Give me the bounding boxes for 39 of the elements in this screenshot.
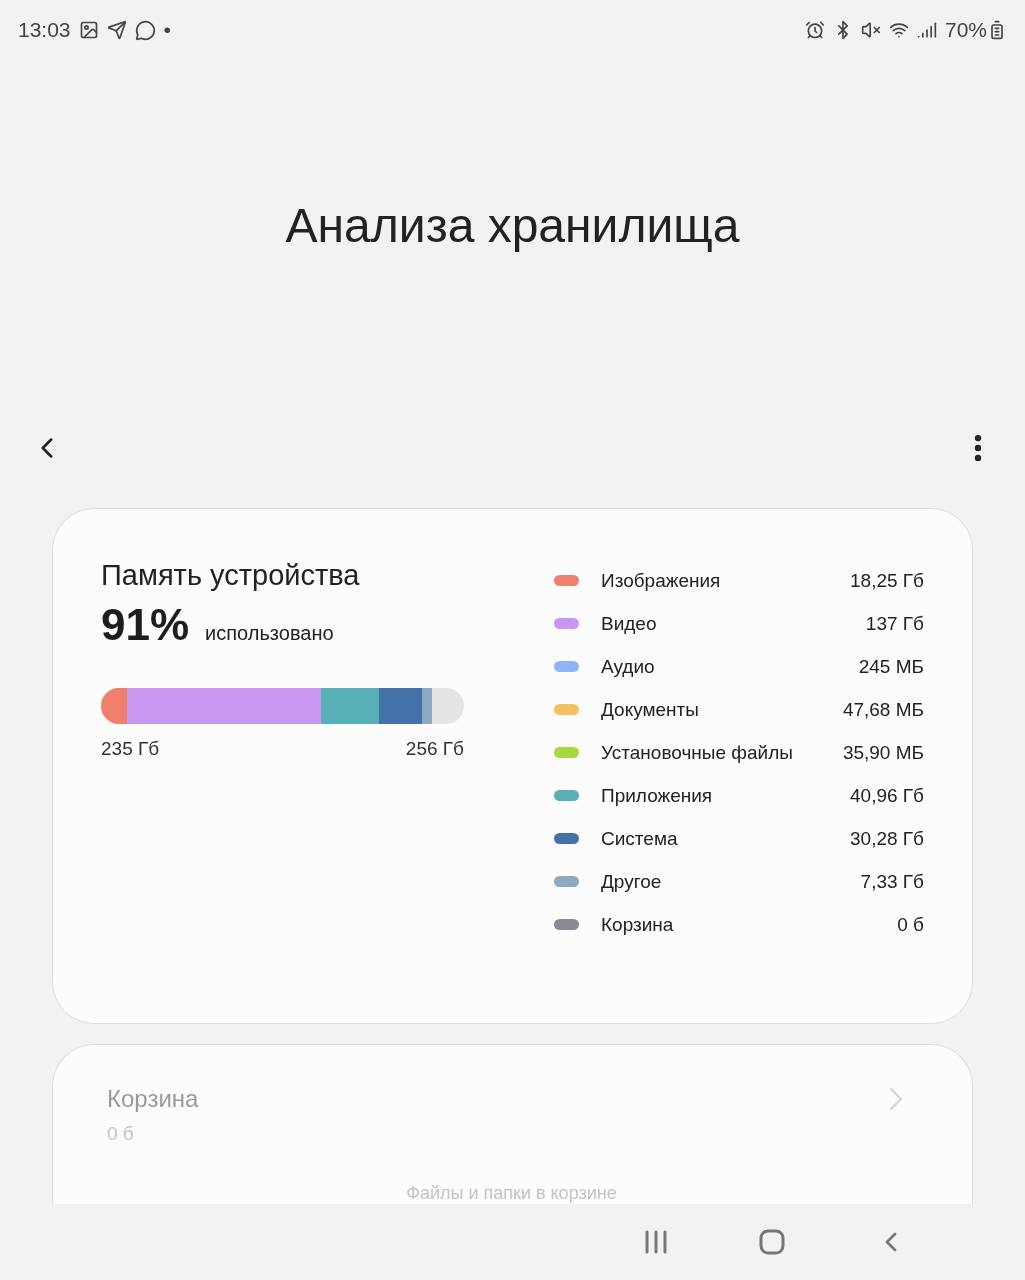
page-title: Анализа хранилища <box>285 197 740 253</box>
battery-percent: 70% <box>944 18 987 42</box>
wifi-icon <box>888 20 909 40</box>
status-time: 13:03 <box>18 18 71 42</box>
legend-value: 0 б <box>897 913 924 936</box>
mute-icon <box>860 20 881 40</box>
trash-title: Корзина <box>107 1085 199 1113</box>
home-button[interactable] <box>759 1229 785 1255</box>
legend-label: Установочные файлы <box>601 741 794 764</box>
trash-description: Файлы и папки в корзине <box>406 1183 617 1204</box>
signal-icon <box>916 20 937 40</box>
legend-value: 40,96 Гб <box>850 784 924 807</box>
used-amount: 235 Гб <box>101 738 160 760</box>
chat-bubble-icon <box>134 19 156 41</box>
legend-value: 18,25 Гб <box>850 569 924 592</box>
legend-value: 137 Гб <box>865 612 924 635</box>
image-icon <box>78 20 99 40</box>
legend-label: Корзина <box>601 913 675 936</box>
legend-label: Документы <box>601 698 700 721</box>
recent-apps-button[interactable] <box>643 1229 669 1255</box>
legend-label: Приложения <box>601 784 714 807</box>
legend-value: 35,90 МБ <box>842 741 924 764</box>
legend-value: 47,68 МБ <box>842 698 924 721</box>
alarm-icon <box>804 20 825 40</box>
legend-label: Изображения <box>601 569 722 592</box>
legend-label: Система <box>601 827 679 850</box>
legend-value: 245 МБ <box>858 655 924 678</box>
legend-label: Другое <box>601 870 663 893</box>
usage-label: использовано <box>205 622 334 645</box>
total-amount: 256 Гб <box>405 738 464 760</box>
legend-value: 30,28 Гб <box>850 827 924 850</box>
notification-dot: • <box>163 18 171 42</box>
trash-size: 0 б <box>107 1123 135 1145</box>
paper-plane-icon <box>106 20 127 40</box>
legend-value: 7,33 Гб <box>860 870 924 893</box>
card-title: Память устройства <box>101 559 361 592</box>
usage-percent: 91% <box>101 600 190 650</box>
legend-label: Аудио <box>601 655 656 678</box>
legend-label: Видео <box>601 612 658 635</box>
